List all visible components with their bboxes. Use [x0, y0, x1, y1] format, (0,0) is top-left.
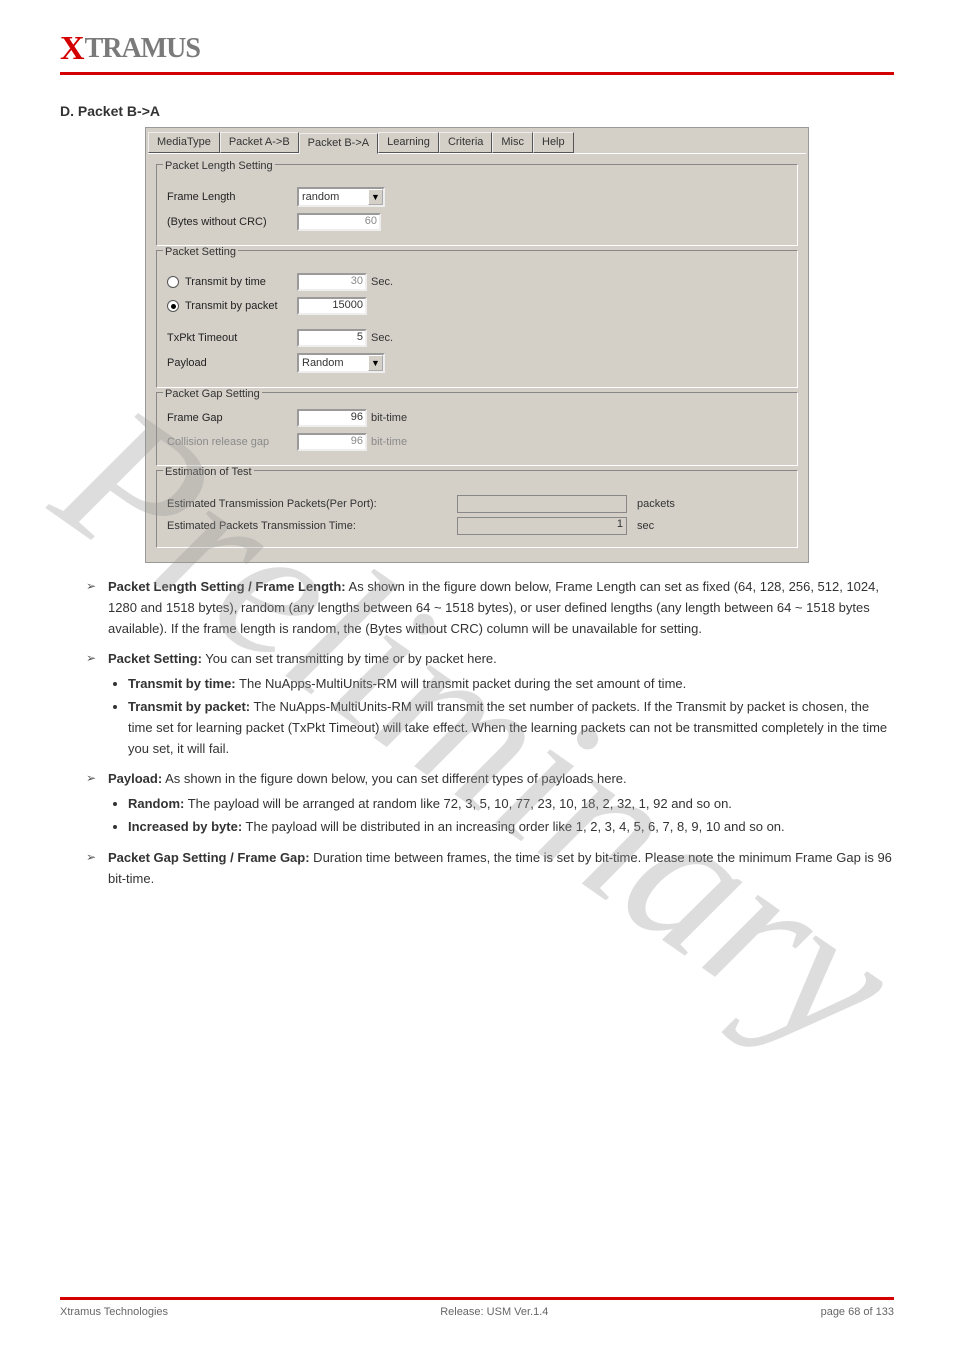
collision-release-gap-label: Collision release gap — [167, 436, 297, 448]
sub-bullet-transmit-packet: Transmit by packet: The NuApps-MultiUnit… — [128, 697, 894, 759]
estimated-packets-label: Estimated Transmission Packets(Per Port)… — [167, 498, 457, 510]
section-title: D. Packet B->A — [60, 103, 894, 119]
transmit-by-packet-label: Transmit by packet — [185, 300, 297, 312]
bytes-without-crc-label: (Bytes without CRC) — [167, 216, 297, 228]
payload-label: Payload — [167, 357, 297, 369]
logo-x: X — [60, 30, 85, 68]
sub-bullet-transmit-time-body: The NuApps-MultiUnits-RM will transmit p… — [236, 676, 687, 691]
settings-window: MediaType Packet A->B Packet B->A Learni… — [145, 127, 809, 563]
estimated-time-label: Estimated Packets Transmission Time: — [167, 520, 457, 532]
bullet-packet-setting: Packet Setting: You can set transmitting… — [86, 649, 894, 759]
packet-length-legend: Packet Length Setting — [163, 160, 275, 172]
tab-help[interactable]: Help — [533, 132, 574, 153]
chevron-down-icon[interactable]: ▼ — [368, 355, 383, 371]
packet-gap-legend: Packet Gap Setting — [163, 388, 262, 400]
payload-select[interactable]: Random ▼ — [297, 353, 385, 373]
tab-criteria[interactable]: Criteria — [439, 132, 492, 153]
frame-length-label: Frame Length — [167, 191, 297, 203]
radio-dot — [171, 304, 176, 309]
transmit-by-time-label: Transmit by time — [185, 276, 297, 288]
logo: XTRAMUS — [60, 28, 894, 66]
collision-release-gap-input: 96 — [297, 433, 367, 451]
logo-text: TRAMUS — [85, 33, 200, 65]
tab-packet-b-a[interactable]: Packet B->A — [299, 133, 378, 154]
packet-setting-legend: Packet Setting — [163, 246, 238, 258]
txpkt-timeout-input[interactable]: 5 — [297, 329, 367, 347]
bullet-packet-length-intro: Packet Length Setting / Frame Length: — [108, 579, 346, 594]
bytes-without-crc-input: 60 — [297, 213, 381, 231]
payload-value: Random — [302, 357, 344, 369]
estimated-packets-unit: packets — [637, 498, 675, 510]
frame-length-select[interactable]: random ▼ — [297, 187, 385, 207]
sub-bullet-random-body: The payload will be arranged at random l… — [184, 796, 732, 811]
footer-left: Xtramus Technologies — [60, 1306, 168, 1318]
estimation-fieldset: Estimation of Test Estimated Transmissio… — [156, 470, 798, 548]
frame-gap-input[interactable]: 96 — [297, 409, 367, 427]
estimated-time-value: 1 — [457, 517, 627, 535]
footer-rule — [60, 1297, 894, 1300]
sub-bullet-increased-intro: Increased by byte: — [128, 819, 242, 834]
page-footer: Xtramus Technologies Release: USM Ver.1.… — [0, 1291, 954, 1318]
tab-bar: MediaType Packet A->B Packet B->A Learni… — [146, 128, 808, 153]
header-rule — [60, 72, 894, 75]
tab-packet-a-b[interactable]: Packet A->B — [220, 132, 299, 153]
packet-gap-fieldset: Packet Gap Setting Frame Gap 96 bit-time… — [156, 392, 798, 466]
sub-bullet-transmit-packet-intro: Transmit by packet: — [128, 699, 250, 714]
bullet-packet-setting-intro: Packet Setting: — [108, 651, 202, 666]
packet-setting-fieldset: Packet Setting Transmit by time 30 Sec. … — [156, 250, 798, 388]
sub-bullet-random-intro: Random: — [128, 796, 184, 811]
tab-body: Packet Length Setting Frame Length rando… — [148, 153, 806, 556]
txpkt-timeout-unit: Sec. — [371, 332, 393, 344]
chevron-down-icon[interactable]: ▼ — [368, 189, 383, 205]
footer-right: page 68 of 133 — [821, 1306, 894, 1318]
bullet-payload-body: As shown in the figure down below, you c… — [162, 771, 626, 786]
bullet-packet-gap-intro: Packet Gap Setting / Frame Gap: — [108, 850, 310, 865]
sub-bullet-increased: Increased by byte: The payload will be d… — [128, 817, 894, 838]
tab-misc[interactable]: Misc — [492, 132, 533, 153]
description-text: Packet Length Setting / Frame Length: As… — [60, 577, 894, 889]
sub-bullet-transmit-time-intro: Transmit by time: — [128, 676, 236, 691]
transmit-time-unit: Sec. — [371, 276, 393, 288]
tab-mediatype[interactable]: MediaType — [148, 132, 220, 153]
bullet-packet-setting-body: You can set transmitting by time or by p… — [202, 651, 497, 666]
estimated-time-unit: sec — [637, 520, 654, 532]
bullet-payload-intro: Payload: — [108, 771, 162, 786]
footer-center: Release: USM Ver.1.4 — [440, 1306, 548, 1318]
sub-bullet-random: Random: The payload will be arranged at … — [128, 794, 894, 815]
sub-bullet-increased-body: The payload will be distributed in an in… — [242, 819, 784, 834]
transmit-packet-input[interactable]: 15000 — [297, 297, 367, 315]
bullet-packet-length: Packet Length Setting / Frame Length: As… — [86, 577, 894, 639]
sub-bullet-transmit-time: Transmit by time: The NuApps-MultiUnits-… — [128, 674, 894, 695]
frame-length-value: random — [302, 191, 339, 203]
collision-release-gap-unit: bit-time — [371, 436, 407, 448]
txpkt-timeout-label: TxPkt Timeout — [167, 332, 297, 344]
transmit-by-packet-radio[interactable] — [167, 300, 179, 312]
tab-learning[interactable]: Learning — [378, 132, 439, 153]
transmit-by-time-radio[interactable] — [167, 276, 179, 288]
frame-gap-label: Frame Gap — [167, 412, 297, 424]
packet-length-fieldset: Packet Length Setting Frame Length rando… — [156, 164, 798, 246]
bullet-payload: Payload: As shown in the figure down bel… — [86, 769, 894, 837]
estimation-legend: Estimation of Test — [163, 466, 254, 478]
transmit-time-input: 30 — [297, 273, 367, 291]
frame-gap-unit: bit-time — [371, 412, 407, 424]
bullet-packet-gap: Packet Gap Setting / Frame Gap: Duration… — [86, 848, 894, 890]
estimated-packets-value — [457, 495, 627, 513]
